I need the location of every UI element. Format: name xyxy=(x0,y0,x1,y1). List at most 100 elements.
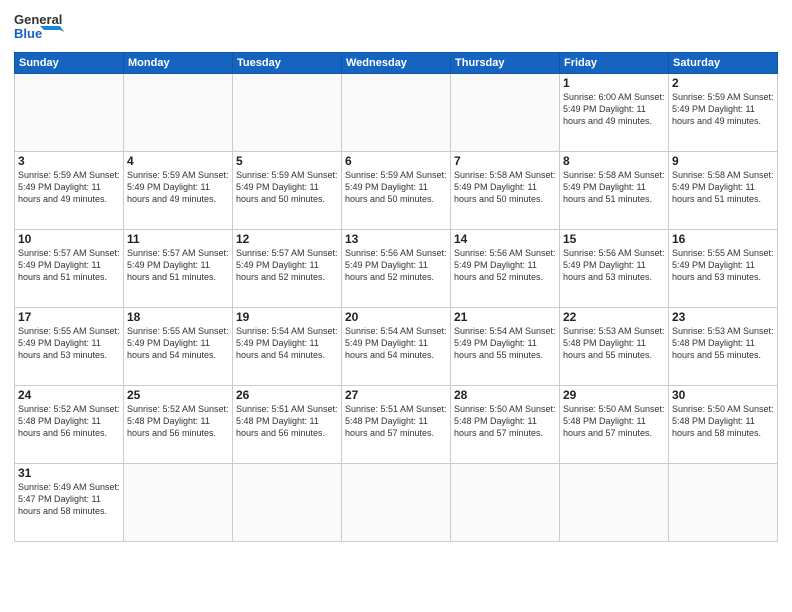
calendar-cell: 11Sunrise: 5:57 AM Sunset: 5:49 PM Dayli… xyxy=(124,230,233,308)
calendar-page: GeneralBlue SundayMondayTuesdayWednesday… xyxy=(0,0,792,612)
calendar-cell: 4Sunrise: 5:59 AM Sunset: 5:49 PM Daylig… xyxy=(124,152,233,230)
day-number: 21 xyxy=(454,310,556,324)
calendar-cell: 2Sunrise: 5:59 AM Sunset: 5:49 PM Daylig… xyxy=(669,74,778,152)
day-number: 17 xyxy=(18,310,120,324)
day-number: 6 xyxy=(345,154,447,168)
weekday-header-thursday: Thursday xyxy=(451,53,560,74)
day-info: Sunrise: 5:49 AM Sunset: 5:47 PM Dayligh… xyxy=(18,481,120,517)
calendar-cell: 16Sunrise: 5:55 AM Sunset: 5:49 PM Dayli… xyxy=(669,230,778,308)
calendar-cell: 9Sunrise: 5:58 AM Sunset: 5:49 PM Daylig… xyxy=(669,152,778,230)
day-info: Sunrise: 5:56 AM Sunset: 5:49 PM Dayligh… xyxy=(563,247,665,283)
day-info: Sunrise: 5:58 AM Sunset: 5:49 PM Dayligh… xyxy=(563,169,665,205)
day-number: 4 xyxy=(127,154,229,168)
calendar-cell xyxy=(669,464,778,542)
day-info: Sunrise: 5:50 AM Sunset: 5:48 PM Dayligh… xyxy=(563,403,665,439)
calendar-cell xyxy=(342,74,451,152)
weekday-header-wednesday: Wednesday xyxy=(342,53,451,74)
day-number: 29 xyxy=(563,388,665,402)
calendar-cell: 23Sunrise: 5:53 AM Sunset: 5:48 PM Dayli… xyxy=(669,308,778,386)
day-number: 5 xyxy=(236,154,338,168)
day-info: Sunrise: 5:52 AM Sunset: 5:48 PM Dayligh… xyxy=(18,403,120,439)
svg-text:Blue: Blue xyxy=(14,26,42,41)
day-info: Sunrise: 5:51 AM Sunset: 5:48 PM Dayligh… xyxy=(236,403,338,439)
day-info: Sunrise: 5:53 AM Sunset: 5:48 PM Dayligh… xyxy=(563,325,665,361)
calendar-cell: 19Sunrise: 5:54 AM Sunset: 5:49 PM Dayli… xyxy=(233,308,342,386)
day-number: 19 xyxy=(236,310,338,324)
calendar-cell: 28Sunrise: 5:50 AM Sunset: 5:48 PM Dayli… xyxy=(451,386,560,464)
calendar-cell: 5Sunrise: 5:59 AM Sunset: 5:49 PM Daylig… xyxy=(233,152,342,230)
day-info: Sunrise: 5:57 AM Sunset: 5:49 PM Dayligh… xyxy=(18,247,120,283)
weekday-header-sunday: Sunday xyxy=(15,53,124,74)
day-number: 3 xyxy=(18,154,120,168)
weekday-header-friday: Friday xyxy=(560,53,669,74)
day-info: Sunrise: 5:57 AM Sunset: 5:49 PM Dayligh… xyxy=(236,247,338,283)
day-info: Sunrise: 6:00 AM Sunset: 5:49 PM Dayligh… xyxy=(563,91,665,127)
weekday-header-monday: Monday xyxy=(124,53,233,74)
day-info: Sunrise: 5:58 AM Sunset: 5:49 PM Dayligh… xyxy=(454,169,556,205)
day-info: Sunrise: 5:53 AM Sunset: 5:48 PM Dayligh… xyxy=(672,325,774,361)
day-info: Sunrise: 5:54 AM Sunset: 5:49 PM Dayligh… xyxy=(345,325,447,361)
calendar-cell: 10Sunrise: 5:57 AM Sunset: 5:49 PM Dayli… xyxy=(15,230,124,308)
calendar-table: SundayMondayTuesdayWednesdayThursdayFrid… xyxy=(14,52,778,542)
calendar-cell: 29Sunrise: 5:50 AM Sunset: 5:48 PM Dayli… xyxy=(560,386,669,464)
day-number: 1 xyxy=(563,76,665,90)
day-number: 16 xyxy=(672,232,774,246)
day-info: Sunrise: 5:56 AM Sunset: 5:49 PM Dayligh… xyxy=(345,247,447,283)
calendar-cell: 30Sunrise: 5:50 AM Sunset: 5:48 PM Dayli… xyxy=(669,386,778,464)
day-number: 14 xyxy=(454,232,556,246)
logo-svg: GeneralBlue xyxy=(14,10,64,46)
calendar-cell: 22Sunrise: 5:53 AM Sunset: 5:48 PM Dayli… xyxy=(560,308,669,386)
calendar-cell xyxy=(233,74,342,152)
day-info: Sunrise: 5:55 AM Sunset: 5:49 PM Dayligh… xyxy=(672,247,774,283)
calendar-body: 1Sunrise: 6:00 AM Sunset: 5:49 PM Daylig… xyxy=(15,74,778,542)
calendar-cell xyxy=(233,464,342,542)
calendar-week-5: 24Sunrise: 5:52 AM Sunset: 5:48 PM Dayli… xyxy=(15,386,778,464)
calendar-cell: 14Sunrise: 5:56 AM Sunset: 5:49 PM Dayli… xyxy=(451,230,560,308)
calendar-week-3: 10Sunrise: 5:57 AM Sunset: 5:49 PM Dayli… xyxy=(15,230,778,308)
calendar-cell: 21Sunrise: 5:54 AM Sunset: 5:49 PM Dayli… xyxy=(451,308,560,386)
calendar-cell xyxy=(451,464,560,542)
day-number: 11 xyxy=(127,232,229,246)
day-info: Sunrise: 5:57 AM Sunset: 5:49 PM Dayligh… xyxy=(127,247,229,283)
day-info: Sunrise: 5:52 AM Sunset: 5:48 PM Dayligh… xyxy=(127,403,229,439)
day-info: Sunrise: 5:59 AM Sunset: 5:49 PM Dayligh… xyxy=(127,169,229,205)
day-number: 23 xyxy=(672,310,774,324)
day-number: 27 xyxy=(345,388,447,402)
day-info: Sunrise: 5:58 AM Sunset: 5:49 PM Dayligh… xyxy=(672,169,774,205)
day-number: 2 xyxy=(672,76,774,90)
calendar-cell: 8Sunrise: 5:58 AM Sunset: 5:49 PM Daylig… xyxy=(560,152,669,230)
weekday-header-tuesday: Tuesday xyxy=(233,53,342,74)
calendar-cell: 6Sunrise: 5:59 AM Sunset: 5:49 PM Daylig… xyxy=(342,152,451,230)
day-number: 30 xyxy=(672,388,774,402)
calendar-cell: 25Sunrise: 5:52 AM Sunset: 5:48 PM Dayli… xyxy=(124,386,233,464)
day-number: 15 xyxy=(563,232,665,246)
day-info: Sunrise: 5:51 AM Sunset: 5:48 PM Dayligh… xyxy=(345,403,447,439)
day-number: 7 xyxy=(454,154,556,168)
day-info: Sunrise: 5:59 AM Sunset: 5:49 PM Dayligh… xyxy=(18,169,120,205)
day-info: Sunrise: 5:54 AM Sunset: 5:49 PM Dayligh… xyxy=(454,325,556,361)
page-header: GeneralBlue xyxy=(14,10,778,46)
day-number: 26 xyxy=(236,388,338,402)
calendar-cell xyxy=(124,464,233,542)
calendar-cell xyxy=(15,74,124,152)
calendar-cell: 3Sunrise: 5:59 AM Sunset: 5:49 PM Daylig… xyxy=(15,152,124,230)
day-number: 9 xyxy=(672,154,774,168)
calendar-cell: 13Sunrise: 5:56 AM Sunset: 5:49 PM Dayli… xyxy=(342,230,451,308)
calendar-cell: 1Sunrise: 6:00 AM Sunset: 5:49 PM Daylig… xyxy=(560,74,669,152)
calendar-week-2: 3Sunrise: 5:59 AM Sunset: 5:49 PM Daylig… xyxy=(15,152,778,230)
day-number: 25 xyxy=(127,388,229,402)
day-number: 12 xyxy=(236,232,338,246)
calendar-header: SundayMondayTuesdayWednesdayThursdayFrid… xyxy=(15,53,778,74)
calendar-cell: 12Sunrise: 5:57 AM Sunset: 5:49 PM Dayli… xyxy=(233,230,342,308)
calendar-cell: 31Sunrise: 5:49 AM Sunset: 5:47 PM Dayli… xyxy=(15,464,124,542)
day-number: 24 xyxy=(18,388,120,402)
day-info: Sunrise: 5:54 AM Sunset: 5:49 PM Dayligh… xyxy=(236,325,338,361)
calendar-cell: 24Sunrise: 5:52 AM Sunset: 5:48 PM Dayli… xyxy=(15,386,124,464)
calendar-cell: 15Sunrise: 5:56 AM Sunset: 5:49 PM Dayli… xyxy=(560,230,669,308)
day-info: Sunrise: 5:50 AM Sunset: 5:48 PM Dayligh… xyxy=(672,403,774,439)
svg-text:General: General xyxy=(14,12,62,27)
calendar-cell: 27Sunrise: 5:51 AM Sunset: 5:48 PM Dayli… xyxy=(342,386,451,464)
day-info: Sunrise: 5:59 AM Sunset: 5:49 PM Dayligh… xyxy=(672,91,774,127)
day-number: 13 xyxy=(345,232,447,246)
calendar-cell: 7Sunrise: 5:58 AM Sunset: 5:49 PM Daylig… xyxy=(451,152,560,230)
